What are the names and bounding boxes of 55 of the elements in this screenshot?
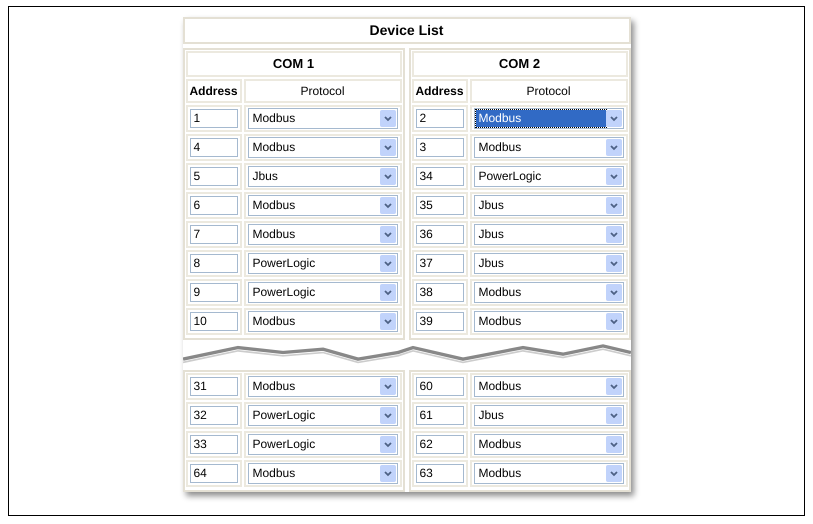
protocol-dropdown[interactable]: Jbus: [474, 224, 624, 245]
column-header: Address: [186, 79, 242, 103]
protocol-dropdown[interactable]: Modbus: [474, 311, 624, 332]
address-field[interactable]: 62: [416, 435, 464, 454]
address-field[interactable]: 35: [416, 196, 464, 215]
address-field[interactable]: 3: [416, 138, 464, 157]
protocol-dropdown[interactable]: Modbus: [248, 195, 398, 216]
address-field[interactable]: 7: [190, 225, 238, 244]
protocol-dropdown[interactable]: Modbus: [248, 376, 398, 397]
protocol-dropdown[interactable]: Modbus: [248, 108, 398, 129]
port-header: COM 1: [186, 51, 402, 77]
table-title: Device List: [182, 17, 630, 44]
protocol-dropdown[interactable]: PowerLogic: [248, 434, 398, 455]
address-field[interactable]: 2: [416, 109, 464, 128]
address-field[interactable]: 31: [190, 377, 238, 396]
column-header: Address: [412, 79, 468, 103]
protocol-dropdown[interactable]: Modbus: [248, 463, 398, 484]
port-header: COM 2: [412, 51, 628, 77]
address-field[interactable]: 33: [190, 435, 238, 454]
address-field[interactable]: 32: [190, 406, 238, 425]
address-field[interactable]: 38: [416, 283, 464, 302]
protocol-dropdown[interactable]: Modbus: [474, 434, 624, 455]
protocol-dropdown[interactable]: Jbus: [474, 405, 624, 426]
protocol-dropdown[interactable]: Jbus: [474, 195, 624, 216]
protocol-dropdown[interactable]: PowerLogic: [248, 405, 398, 426]
address-field[interactable]: 34: [416, 167, 464, 186]
protocol-dropdown[interactable]: Modbus: [248, 137, 398, 158]
protocol-dropdown[interactable]: Modbus: [474, 137, 624, 158]
address-field[interactable]: 37: [416, 254, 464, 273]
address-field[interactable]: 60: [416, 377, 464, 396]
protocol-dropdown[interactable]: Modbus: [248, 224, 398, 245]
address-field[interactable]: 61: [416, 406, 464, 425]
protocol-dropdown[interactable]: Jbus: [248, 166, 398, 187]
protocol-dropdown[interactable]: PowerLogic: [248, 282, 398, 303]
column-header: Protocol: [470, 79, 628, 103]
address-field[interactable]: 6: [190, 196, 238, 215]
protocol-dropdown[interactable]: PowerLogic: [248, 253, 398, 274]
protocol-dropdown[interactable]: Modbus: [474, 282, 624, 303]
address-field[interactable]: 63: [416, 464, 464, 483]
address-field[interactable]: 4: [190, 138, 238, 157]
address-field[interactable]: 10: [190, 312, 238, 331]
address-field[interactable]: 1: [190, 109, 238, 128]
address-field[interactable]: 5: [190, 167, 238, 186]
protocol-dropdown[interactable]: Modbus: [474, 463, 624, 484]
address-field[interactable]: 39: [416, 312, 464, 331]
protocol-dropdown[interactable]: Jbus: [474, 253, 624, 274]
protocol-dropdown[interactable]: Modbus: [474, 108, 624, 129]
protocol-dropdown[interactable]: Modbus: [474, 376, 624, 397]
address-field[interactable]: 36: [416, 225, 464, 244]
address-field[interactable]: 64: [190, 464, 238, 483]
address-field[interactable]: 9: [190, 283, 238, 302]
protocol-dropdown[interactable]: PowerLogic: [474, 166, 624, 187]
column-header: Protocol: [244, 79, 402, 103]
address-field[interactable]: 8: [190, 254, 238, 273]
protocol-dropdown[interactable]: Modbus: [248, 311, 398, 332]
